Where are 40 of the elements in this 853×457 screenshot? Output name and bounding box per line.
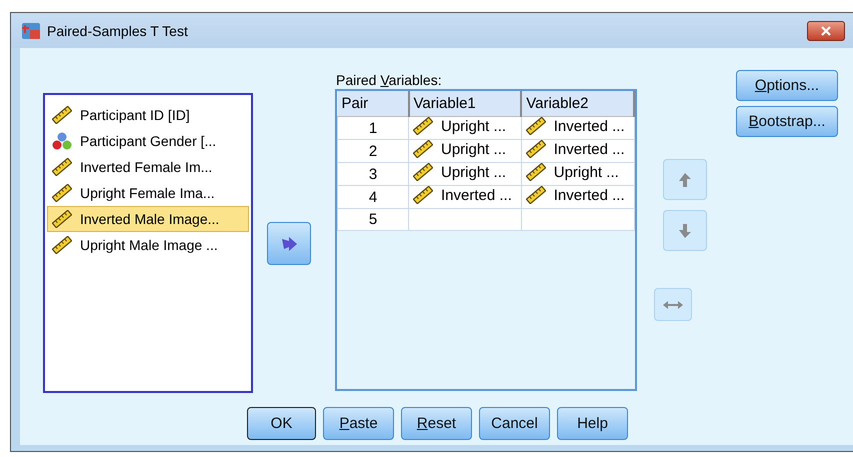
table-cell: Upright ... <box>408 140 522 162</box>
close-button[interactable] <box>807 20 845 40</box>
column-header: Variable1 <box>408 91 522 116</box>
dialog-button[interactable]: Reset <box>401 407 472 440</box>
table-cell: Inverted ... <box>408 186 522 208</box>
table-cell: Upright ... <box>408 116 522 140</box>
variable-item[interactable]: Inverted Female Im... <box>47 154 249 180</box>
arrow-up-icon <box>678 172 692 188</box>
close-icon <box>820 26 832 36</box>
three-circles-icon <box>52 132 72 150</box>
variable-item[interactable]: Upright Female Ima... <box>47 180 249 206</box>
table-cell: Inverted ... <box>521 116 634 140</box>
variable-item[interactable]: Participant ID [ID] <box>47 102 249 128</box>
arrow-down-icon <box>678 222 692 238</box>
table-cell: 3 <box>338 162 408 186</box>
dialog-button[interactable]: Help <box>557 407 628 440</box>
dialog-button[interactable]: Cancel <box>479 407 550 440</box>
variable-item[interactable]: Upright Male Image ... <box>47 232 249 258</box>
table-cell: Inverted ... <box>521 186 634 208</box>
arrow-right-icon <box>279 234 299 252</box>
table-cell: 1 <box>338 116 408 140</box>
dialog-button[interactable]: Paste <box>323 407 394 440</box>
dialog-button[interactable]: OK <box>247 407 316 440</box>
column-header: Variable2 <box>521 91 634 116</box>
column-header: Pair <box>338 91 408 116</box>
table-icon <box>21 22 41 40</box>
table-cell: 4 <box>338 186 408 208</box>
variable-item[interactable]: Participant Gender [... <box>47 128 249 154</box>
window-title: Paired-Samples T Test <box>47 22 189 38</box>
paired-variables-label: Paired Variables: <box>336 72 443 89</box>
table-cell: Inverted ... <box>521 140 634 162</box>
double-arrow-icon <box>662 300 684 310</box>
table-cell: 2 <box>338 140 408 162</box>
move-button[interactable] <box>267 222 311 265</box>
options-button[interactable]: Options... <box>736 70 838 101</box>
table-cell: Upright ... <box>521 162 634 186</box>
table-cell: 5 <box>338 208 408 230</box>
variable-item[interactable]: Inverted Male Image... <box>47 206 249 232</box>
bootstrap-button[interactable]: Bootstrap... <box>736 106 838 137</box>
table-cell: Upright ... <box>408 162 522 186</box>
